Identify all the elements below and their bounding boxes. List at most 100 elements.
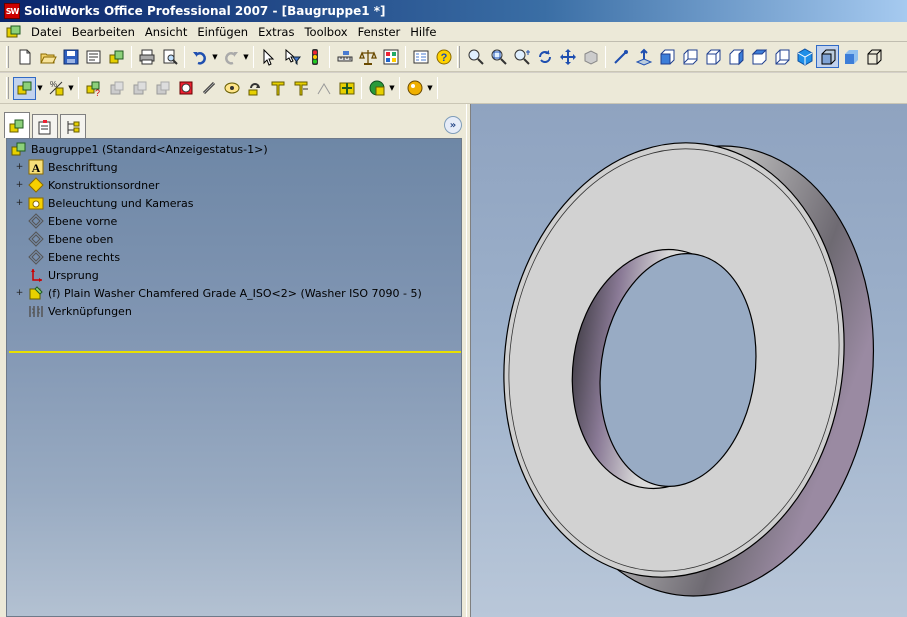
section-view-icon[interactable] — [609, 45, 632, 68]
wireframe-icon[interactable] — [862, 45, 885, 68]
edit-component-icon[interactable] — [13, 76, 36, 100]
tree-item-label: Ebene rechts — [48, 250, 121, 264]
toolbar-grip[interactable] — [6, 77, 9, 99]
new-icon[interactable] — [13, 45, 36, 68]
menu-hilfe[interactable]: Hilfe — [405, 25, 441, 39]
view-front-icon[interactable] — [655, 45, 678, 68]
featuremanager-tab[interactable] — [4, 112, 30, 138]
tree-item-beleuchtung[interactable]: + Beleuchtung und Kameras — [15, 194, 194, 212]
expand-plus-icon[interactable]: + — [15, 181, 24, 190]
rollback-bar[interactable] — [9, 351, 461, 353]
edit-component-dropdown-icon[interactable]: ▼ — [36, 84, 44, 92]
view-top-icon[interactable] — [747, 45, 770, 68]
tree-item-beschriftung[interactable]: + A Beschriftung — [15, 158, 118, 176]
undo-icon[interactable] — [188, 45, 211, 68]
tree-item-ebene-rechts[interactable]: Ebene rechts — [28, 248, 120, 266]
menu-ansicht[interactable]: Ansicht — [140, 25, 192, 39]
open-icon[interactable] — [36, 45, 59, 68]
tree-item-ebene-oben[interactable]: Ebene oben — [28, 230, 113, 248]
shaded-icon[interactable] — [839, 45, 862, 68]
mate-icon[interactable] — [197, 77, 220, 100]
menu-bearbeiten[interactable]: Bearbeiten — [67, 25, 140, 39]
rebuild-icon[interactable] — [303, 45, 326, 68]
svg-text:?: ? — [95, 88, 100, 97]
zoom-inout-icon[interactable] — [510, 45, 533, 68]
tree-item-verknuepfungen[interactable]: Verknüpfungen — [28, 302, 132, 320]
toolbar-separator — [329, 45, 330, 68]
expand-plus-icon[interactable]: + — [15, 199, 24, 208]
feature-icon[interactable] — [289, 77, 312, 100]
explode-icon[interactable] — [220, 77, 243, 100]
shaded-with-edges-icon[interactable] — [816, 45, 839, 68]
print-icon[interactable] — [135, 45, 158, 68]
tree-item-washer[interactable]: + (f) Plain Washer Chamfered Grade A_ISO… — [15, 284, 422, 302]
toolbar-grip[interactable] — [6, 45, 9, 68]
propertymanager-tab[interactable] — [32, 114, 58, 138]
solidworks-app-icon[interactable]: SW — [4, 3, 20, 19]
move-component-icon[interactable] — [151, 77, 174, 100]
annotation-icon: A — [28, 159, 44, 175]
previous-view-icon[interactable] — [579, 45, 602, 68]
interference-icon[interactable] — [266, 77, 289, 100]
hide-show-icon[interactable]: ? — [82, 77, 105, 100]
menu-toolbox[interactable]: Toolbox — [299, 25, 352, 39]
pan-icon[interactable] — [556, 45, 579, 68]
tree-item-root[interactable]: Baugruppe1 (Standard<Anzeigestatus-1>) — [11, 140, 268, 158]
insert-component-icon[interactable]: % — [44, 77, 67, 100]
exploded-sketch-icon[interactable] — [243, 77, 266, 100]
expand-panel-button[interactable]: » — [444, 116, 462, 134]
configurationmanager-tab[interactable] — [60, 114, 86, 138]
rotate-component-icon[interactable] — [174, 77, 197, 100]
redo-dropdown-icon[interactable]: ▼ — [242, 53, 250, 61]
menu-fenster[interactable]: Fenster — [353, 25, 406, 39]
toolbar-separator — [253, 45, 254, 68]
normal-to-icon[interactable] — [632, 45, 655, 68]
plane-icon — [28, 231, 44, 247]
assembly-document-icon[interactable] — [4, 24, 22, 40]
menu-extras[interactable]: Extras — [253, 25, 299, 39]
menu-einfuegen[interactable]: Einfügen — [192, 25, 253, 39]
view-right-icon[interactable] — [724, 45, 747, 68]
tree-item-konstruktionsordner[interactable]: + Konstruktionsordner — [15, 176, 159, 194]
view-isometric-icon[interactable] — [793, 45, 816, 68]
window-title: SolidWorks Office Professional 2007 - [B… — [24, 4, 386, 18]
assembly-icon — [11, 141, 27, 157]
save-icon[interactable] — [59, 45, 82, 68]
layout-icon[interactable] — [379, 45, 402, 68]
redo-icon[interactable] — [219, 45, 242, 68]
properties-icon[interactable] — [82, 45, 105, 68]
assembly-transparency-icon[interactable] — [365, 77, 388, 100]
mass-properties-icon[interactable] — [356, 45, 379, 68]
view-back-icon[interactable] — [678, 45, 701, 68]
simulation-icon[interactable] — [312, 77, 335, 100]
make-assembly-icon[interactable] — [105, 45, 128, 68]
photoworks-dropdown-icon[interactable]: ▼ — [426, 84, 434, 92]
insert-component-dropdown-icon[interactable]: ▼ — [67, 84, 75, 92]
print-preview-icon[interactable] — [158, 45, 181, 68]
toolbar-grip[interactable] — [457, 45, 460, 68]
assembly-transparency-dropdown-icon[interactable]: ▼ — [388, 84, 396, 92]
select-icon[interactable] — [257, 45, 280, 68]
select-filter-icon[interactable] — [280, 45, 303, 68]
help-icon[interactable]: ? — [432, 45, 455, 68]
svg-text:A: A — [32, 161, 41, 175]
menu-datei[interactable]: Datei — [26, 25, 67, 39]
options-icon[interactable] — [409, 45, 432, 68]
washer-3d-model[interactable] — [471, 104, 907, 617]
rotate-icon[interactable] — [533, 45, 556, 68]
toolbox-icon[interactable] — [335, 77, 358, 100]
undo-dropdown-icon[interactable]: ▼ — [211, 53, 219, 61]
graphics-viewport[interactable] — [471, 104, 907, 617]
view-left-icon[interactable] — [701, 45, 724, 68]
measure-icon[interactable] — [333, 45, 356, 68]
expand-plus-icon[interactable]: + — [15, 289, 24, 298]
zoom-fit-icon[interactable] — [464, 45, 487, 68]
tree-item-ursprung[interactable]: Ursprung — [28, 266, 99, 284]
tree-item-ebene-vorne[interactable]: Ebene vorne — [28, 212, 117, 230]
change-suppression-icon[interactable] — [105, 77, 128, 100]
expand-plus-icon[interactable]: + — [15, 163, 24, 172]
smart-fasteners-icon[interactable] — [128, 77, 151, 100]
view-bottom-icon[interactable] — [770, 45, 793, 68]
photoworks-icon[interactable] — [403, 77, 426, 100]
zoom-area-icon[interactable] — [487, 45, 510, 68]
